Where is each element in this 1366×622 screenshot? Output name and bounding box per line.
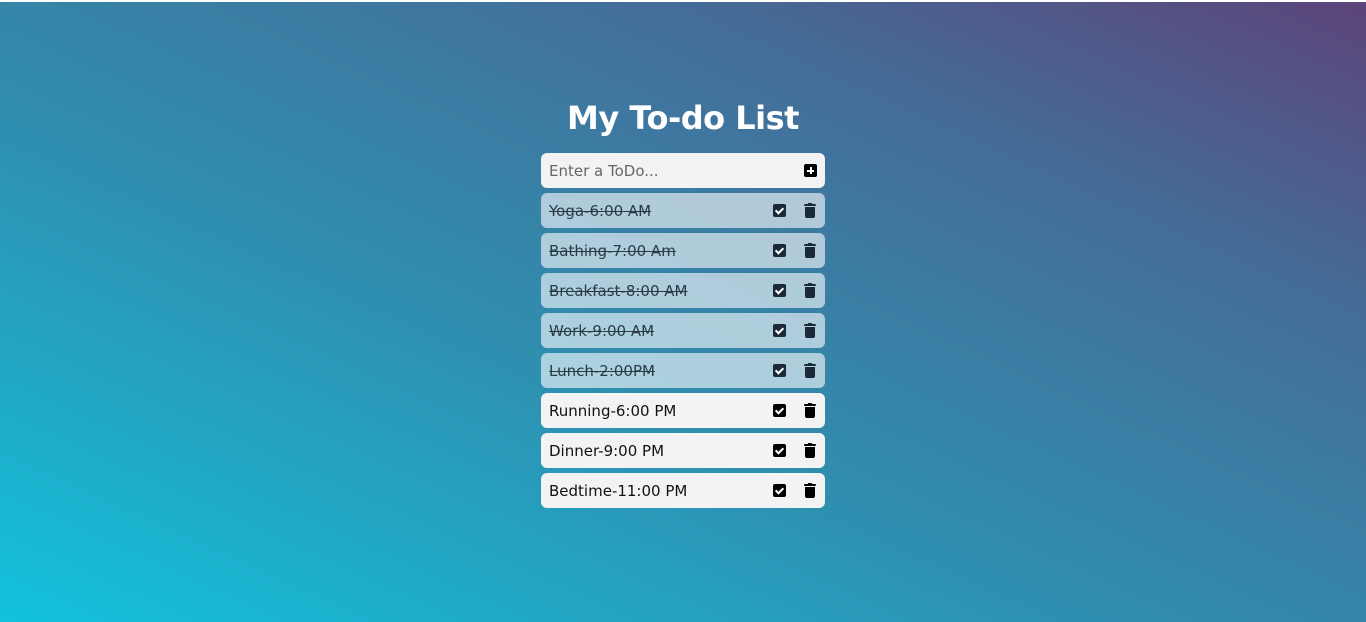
trash-icon[interactable]: [804, 323, 816, 338]
check-icon[interactable]: [773, 284, 786, 297]
todo-text: Running-6:00 PM: [549, 401, 677, 420]
todo-item: Bedtime-11:00 PM: [541, 473, 825, 508]
add-todo-button[interactable]: [804, 164, 817, 177]
todo-app: My To-do List Yoga-6:00 AM Bathing-7:00 …: [541, 98, 825, 513]
todo-item: Work-9:00 AM: [541, 313, 825, 348]
check-icon[interactable]: [773, 444, 786, 457]
todo-list: Yoga-6:00 AM Bathing-7:00 Am Breakfast-8…: [541, 193, 825, 508]
todo-text: Bathing-7:00 Am: [549, 241, 676, 260]
todo-item: Breakfast-8:00 AM: [541, 273, 825, 308]
todo-item: Lunch-2:00PM: [541, 353, 825, 388]
trash-icon[interactable]: [804, 243, 816, 258]
todo-text: Lunch-2:00PM: [549, 361, 655, 380]
todo-item: Bathing-7:00 Am: [541, 233, 825, 268]
page-title: My To-do List: [567, 99, 799, 137]
todo-item: Running-6:00 PM: [541, 393, 825, 428]
trash-icon[interactable]: [804, 203, 816, 218]
trash-icon[interactable]: [804, 483, 816, 498]
check-icon[interactable]: [773, 244, 786, 257]
check-icon[interactable]: [773, 204, 786, 217]
trash-icon[interactable]: [804, 443, 816, 458]
todo-text: Work-9:00 AM: [549, 321, 655, 340]
top-border: [0, 0, 1366, 2]
todo-item: Dinner-9:00 PM: [541, 433, 825, 468]
check-icon[interactable]: [773, 324, 786, 337]
trash-icon[interactable]: [804, 403, 816, 418]
todo-text: Breakfast-8:00 AM: [549, 281, 688, 300]
todo-text: Bedtime-11:00 PM: [549, 481, 688, 500]
todo-item: Yoga-6:00 AM: [541, 193, 825, 228]
trash-icon[interactable]: [804, 283, 816, 298]
check-icon[interactable]: [773, 404, 786, 417]
check-icon[interactable]: [773, 364, 786, 377]
todo-text: Dinner-9:00 PM: [549, 441, 665, 460]
todo-input[interactable]: [541, 153, 789, 188]
todo-input-row: [541, 153, 825, 188]
todo-text: Yoga-6:00 AM: [549, 201, 652, 220]
trash-icon[interactable]: [804, 363, 816, 378]
check-icon[interactable]: [773, 484, 786, 497]
